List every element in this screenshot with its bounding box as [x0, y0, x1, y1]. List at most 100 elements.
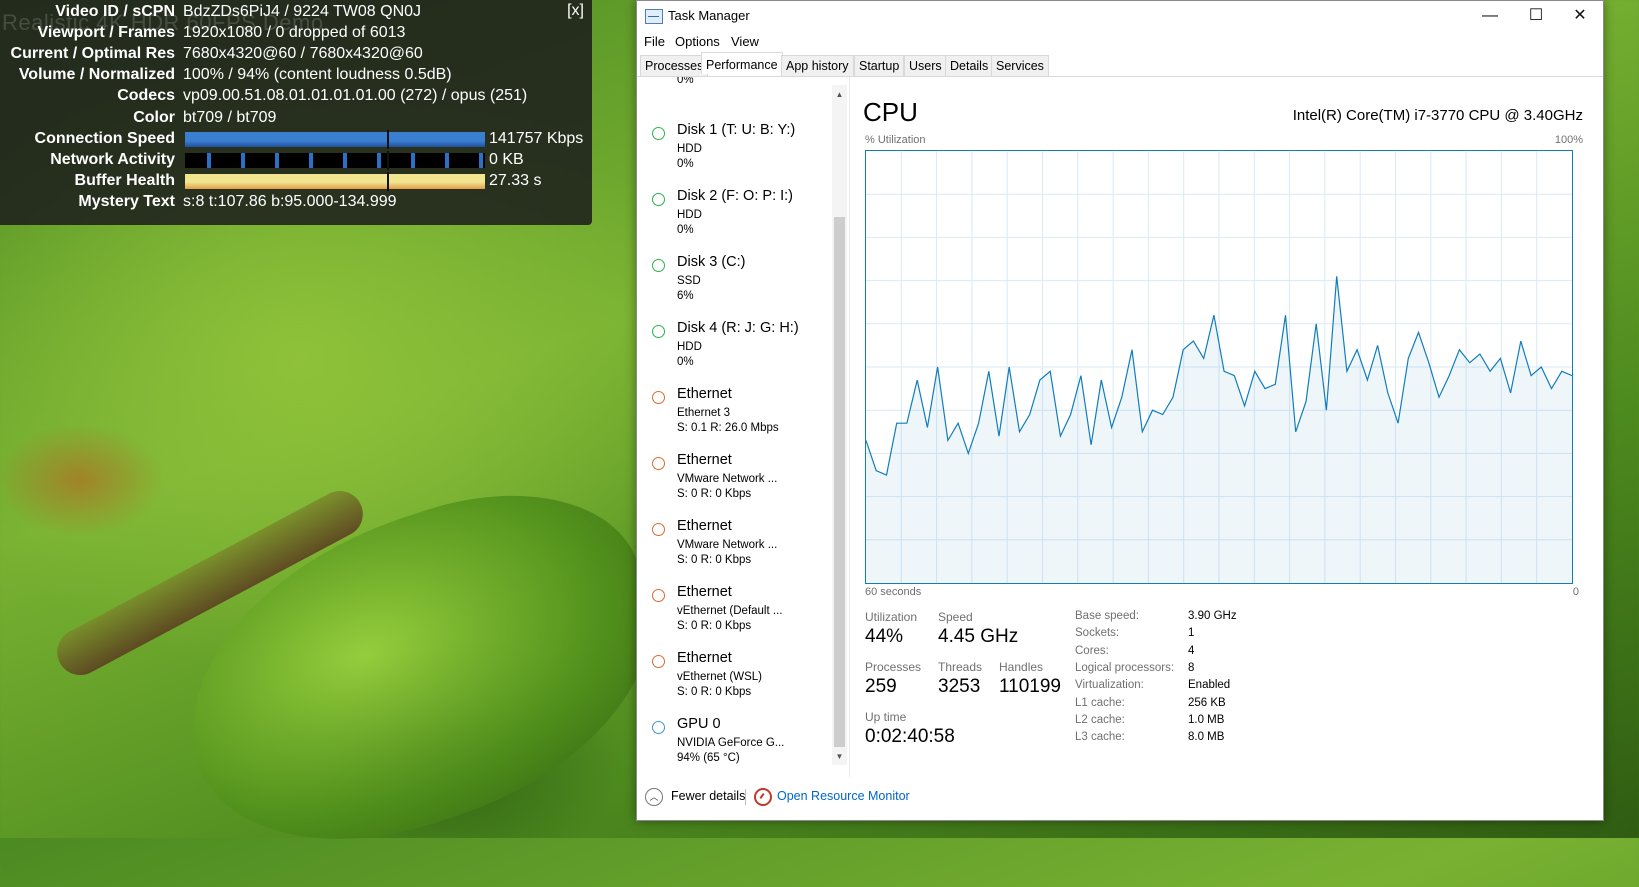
sidebar-item-name: Ethernet [677, 650, 732, 666]
scroll-up-icon[interactable]: ▲ [832, 87, 847, 103]
speed-value: 4.45 GHz [938, 626, 1019, 647]
stats-row: Network Activity 0 KB [0, 149, 592, 171]
sidebar-item-name: GPU 0 [677, 716, 721, 732]
menu-options[interactable]: Options [675, 34, 720, 49]
status-circle-icon [652, 589, 665, 602]
sidebar-item-value: S: 0 R: 0 Kbps [677, 686, 752, 698]
sidebar-item[interactable]: Disk 3 (C:) SSD 6% [637, 254, 827, 314]
sidebar-item[interactable]: GPU 0 NVIDIA GeForce G... 94% (65 °C) [637, 716, 827, 776]
minimize-button[interactable]: — [1467, 1, 1513, 31]
sidebar-item[interactable]: Disk 1 (T: U: B: Y:) HDD 0% [637, 122, 827, 182]
stats-row-label: Mystery Text [78, 193, 175, 210]
sidebar-item-detail: 0% [677, 77, 694, 86]
wallpaper-leaf [145, 453, 695, 887]
tab-performance[interactable]: Performance [701, 52, 783, 74]
sidebar-item[interactable]: Ethernet vEthernet (Default ... S: 0 R: 0 … [637, 584, 827, 644]
cpu-utilization-graph [865, 150, 1573, 584]
window-title: Task Manager [668, 8, 750, 23]
fewer-details-button[interactable]: Fewer details [671, 789, 745, 803]
status-circle-icon [652, 127, 665, 140]
stats-graph-divider [387, 151, 389, 170]
status-circle-icon [652, 259, 665, 272]
processes-value: 259 [865, 676, 897, 697]
menu-file[interactable]: File [644, 34, 665, 49]
stats-row-label: Current / Optimal Res [10, 45, 175, 62]
sidebar-item-value: S: 0 R: 0 Kbps [677, 488, 752, 500]
sidebar-item[interactable]: Ethernet VMware Network ... S: 0 R: 0 Kbps [637, 452, 827, 512]
sidebar-item-detail: SSD [677, 275, 701, 287]
stats-row-label: Viewport / Frames [37, 24, 175, 41]
status-circle-icon [652, 325, 665, 338]
tab-details[interactable]: Details [945, 55, 994, 76]
stats-row: Volume / Normalized 100% / 94% (content l… [0, 64, 592, 86]
sidebar-item-name: Disk 3 (C:) [677, 254, 746, 270]
scroll-thumb[interactable] [834, 217, 845, 747]
tab-startup[interactable]: Startup [854, 55, 905, 76]
stats-row: Viewport / Frames 1920x1080 / 0 dropped o… [0, 22, 592, 44]
sidebar-item-value: 0% [677, 356, 694, 368]
stats-row: Current / Optimal Res 7680x4320@60 / 7680… [0, 43, 592, 65]
stats-row: Codecs vp09.00.51.08.01.01.01.01.00 (272)… [0, 85, 592, 107]
tab-users[interactable]: Users [904, 55, 947, 76]
sidebar-item-value: S: 0 R: 0 Kbps [677, 554, 752, 566]
sidebar-item-detail: HDD [677, 143, 702, 155]
chevron-up-icon[interactable]: ︿ [645, 788, 663, 806]
tab-app-history[interactable]: App history [781, 55, 854, 76]
sidebar-item-value: 0% [677, 224, 694, 236]
sidebar-item-value: 94% (65 °C) [677, 752, 740, 764]
sidebar-item-detail: vEthernet (WSL) [677, 671, 762, 683]
status-circle-icon [652, 523, 665, 536]
utilization-label: Utilization [865, 610, 918, 624]
handles-label: Handles [999, 660, 1044, 674]
processes-label: Processes [865, 660, 922, 674]
status-circle-icon [652, 193, 665, 206]
spec-key: Sockets: [1075, 627, 1120, 640]
sidebar-item-value: 0% [677, 158, 694, 170]
open-resource-monitor-link[interactable]: Open Resource Monitor [777, 789, 910, 803]
menu-view[interactable]: View [731, 34, 759, 49]
resource-monitor-icon[interactable] [754, 788, 772, 806]
maximize-button[interactable]: ☐ [1513, 1, 1559, 31]
spec-key: Logical processors: [1075, 661, 1175, 674]
tab-services[interactable]: Services [991, 55, 1049, 76]
sidebar-item-detail: VMware Network ... [677, 473, 778, 485]
spec-key: Virtualization: [1075, 679, 1144, 692]
stats-row: Color bt709 / bt709 [0, 107, 592, 129]
spec-value: 4 [1188, 644, 1195, 657]
sidebar-item-name: Ethernet [677, 386, 732, 402]
sidebar-item[interactable]: Disk 4 (R: J: G: H:) HDD 0% [637, 320, 827, 380]
uptime-label: Up time [865, 710, 907, 724]
stats-row-value: 7680x4320@60 / 7680x4320@60 [183, 45, 423, 62]
cpu-graph-svg [865, 151, 1573, 583]
task-manager-window: Task Manager — ☐ ✕ File Options View Pro… [636, 0, 1604, 821]
sidebar-item-detail: vEthernet (Default ... [677, 605, 783, 617]
sidebar-item[interactable]: Ethernet vEthernet (WSL) S: 0 R: 0 Kbps [637, 650, 827, 710]
sidebar-item[interactable]: Ethernet Ethernet 3 S: 0.1 R: 26.0 Mbps [637, 386, 827, 446]
spec-key: Base speed: [1075, 610, 1139, 622]
stats-graph-bar [185, 172, 485, 191]
uptime-value: 0:02:40:58 [865, 726, 955, 747]
stats-row: Mystery Text s:8 t:107.86 b:95.000-134.99… [0, 191, 592, 213]
utilization-value: 44% [865, 626, 904, 647]
spec-key: L1 cache: [1075, 696, 1125, 709]
sidebar-scrollbar[interactable]: ▲ ▼ [832, 85, 847, 765]
stats-row-label: Volume / Normalized [18, 66, 175, 83]
title-bar[interactable]: Task Manager — ☐ ✕ [637, 1, 1603, 31]
close-button[interactable]: ✕ [1557, 1, 1603, 31]
scroll-down-icon[interactable]: ▼ [832, 749, 847, 765]
stats-row-value: 0 KB [489, 151, 524, 168]
footer: ︿ Fewer details Open Resource Monitor [637, 777, 1603, 819]
spec-value: 3.90 GHz [1188, 610, 1237, 622]
spec-value: 8 [1188, 661, 1195, 674]
sidebar-item-name: Ethernet [677, 518, 732, 534]
sidebar-item[interactable]: Disk 2 (F: O: P: I:) HDD 0% [637, 188, 827, 248]
sidebar-item[interactable]: Ethernet VMware Network ... S: 0 R: 0 Kbps [637, 518, 827, 578]
footer-separator [745, 789, 746, 805]
tab-processes[interactable]: Processes [640, 55, 709, 76]
sidebar-item-detail: Ethernet 3 [677, 407, 731, 419]
utilization-axis-label: % Utilization [865, 134, 926, 146]
sidebar-item-name: Ethernet [677, 452, 732, 468]
sidebar-item-value: S: 0 R: 0 Kbps [677, 620, 752, 632]
stats-row-label: Connection Speed [34, 130, 175, 147]
spec-key: Cores: [1075, 644, 1109, 657]
